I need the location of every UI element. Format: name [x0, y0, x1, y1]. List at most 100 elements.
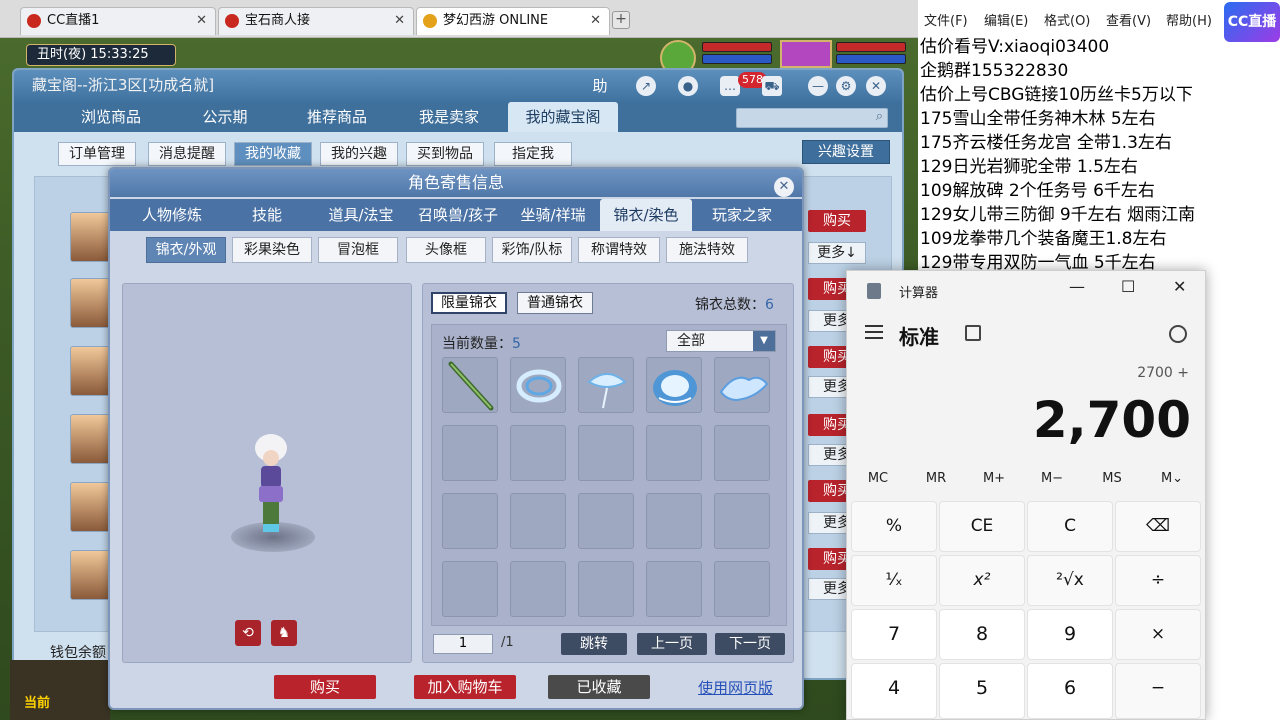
m-plus-button[interactable]: M+ [965, 471, 1023, 486]
add-cart-button[interactable]: 加入购物车 [414, 675, 516, 699]
outfit-slot[interactable] [442, 425, 498, 481]
subtab-cast-effect[interactable]: 施法特效 [666, 237, 748, 263]
share-icon[interactable]: ↗ [636, 76, 656, 96]
square-key[interactable]: x² [939, 555, 1025, 606]
browser-tab-game[interactable]: 梦幻西游 ONLINE ✕ [416, 7, 610, 35]
subtab-title-effect[interactable]: 称谓特效 [578, 237, 660, 263]
buy-button[interactable]: 购买 [274, 675, 376, 699]
avatar[interactable] [70, 346, 110, 396]
outfit-slot[interactable] [646, 561, 702, 617]
tab-items[interactable]: 道具/法宝 [318, 199, 404, 231]
outfit-slot[interactable] [510, 493, 566, 549]
menu-edit[interactable]: 编辑(E) [984, 10, 1028, 29]
close-icon[interactable]: ✕ [394, 8, 405, 34]
digit-6-key[interactable]: 6 [1027, 663, 1113, 719]
interest-settings-button[interactable]: 兴趣设置 [802, 140, 890, 164]
tab-mounts[interactable]: 坐骑/祥瑞 [510, 199, 596, 231]
tab-home[interactable]: 玩家之家 [700, 199, 784, 231]
outfit-slot[interactable] [714, 357, 770, 413]
m-minus-button[interactable]: M− [1023, 471, 1081, 486]
cart-icon[interactable]: ⛟ [762, 76, 782, 96]
minimize-icon[interactable]: — [1069, 277, 1085, 296]
digit-7-key[interactable]: 7 [851, 609, 937, 660]
digit-4-key[interactable]: 4 [851, 663, 937, 719]
order-manage-button[interactable]: 订单管理 [58, 142, 136, 166]
favorited-button[interactable]: 已收藏 [548, 675, 650, 699]
tab-cultivation[interactable]: 人物修炼 [124, 199, 220, 231]
next-page-button[interactable]: 下一页 [715, 633, 785, 655]
pose-icon[interactable]: ♞ [271, 620, 297, 646]
outfit-slot[interactable] [510, 561, 566, 617]
multiply-key[interactable]: × [1115, 609, 1201, 660]
reciprocal-key[interactable]: ¹⁄ₓ [851, 555, 937, 606]
minus-key[interactable]: − [1115, 663, 1201, 719]
outfit-slot[interactable] [714, 425, 770, 481]
avatar[interactable] [70, 482, 110, 532]
subtab-bubble[interactable]: 冒泡框 [318, 237, 398, 263]
current-channel-label[interactable]: 当前 [24, 692, 50, 711]
mr-button[interactable]: MR [907, 471, 965, 486]
prev-page-button[interactable]: 上一页 [637, 633, 707, 655]
backspace-key[interactable]: ⌫ [1115, 501, 1201, 552]
outfit-slot[interactable] [442, 561, 498, 617]
player-portrait[interactable] [780, 40, 832, 68]
my-favorites-button[interactable]: 我的收藏 [234, 142, 312, 166]
outfit-slot[interactable] [646, 357, 702, 413]
subtab-dye[interactable]: 彩果染色 [232, 237, 312, 263]
nav-recommend[interactable]: 推荐商品 [282, 102, 392, 132]
designated-me-button[interactable]: 指定我 [494, 142, 572, 166]
avatar[interactable] [70, 278, 110, 328]
outfit-slot[interactable] [578, 493, 634, 549]
close-icon[interactable]: ✕ [196, 8, 207, 34]
new-tab-button[interactable]: + [612, 11, 630, 29]
tab-summons[interactable]: 召唤兽/孩子 [410, 199, 506, 231]
close-icon[interactable]: ✕ [866, 76, 886, 96]
search-icon[interactable]: ⌕ [876, 109, 883, 124]
digit-8-key[interactable]: 8 [939, 609, 1025, 660]
outfit-slot[interactable] [510, 357, 566, 413]
tab-skills[interactable]: 技能 [226, 199, 308, 231]
help-button[interactable]: 助 [590, 76, 610, 96]
maximize-icon[interactable]: ☐ [1121, 277, 1135, 296]
close-icon[interactable]: ✕ [1173, 277, 1186, 296]
rotate-icon[interactable]: ⟲ [235, 620, 261, 646]
percent-key[interactable]: % [851, 501, 937, 552]
c-key[interactable]: C [1027, 501, 1113, 552]
record-icon[interactable]: ● [678, 76, 698, 96]
tab-normal-outfit[interactable]: 普通锦衣 [517, 292, 593, 314]
close-icon[interactable]: ✕ [590, 8, 601, 34]
bought-items-button[interactable]: 买到物品 [406, 142, 484, 166]
ms-button[interactable]: MS [1083, 471, 1141, 486]
ce-key[interactable]: CE [939, 501, 1025, 552]
my-interest-button[interactable]: 我的兴趣 [320, 142, 398, 166]
close-icon[interactable]: ✕ [774, 177, 794, 197]
jump-button[interactable]: 跳转 [561, 633, 627, 655]
tab-outfits[interactable]: 锦衣/染色 [600, 199, 692, 231]
subtab-appearance[interactable]: 锦衣/外观 [146, 237, 226, 263]
outfit-slot[interactable] [578, 425, 634, 481]
page-number-input[interactable]: 1 [433, 634, 493, 654]
browser-tab-cc[interactable]: CC直播1 ✕ [20, 7, 216, 35]
menu-icon[interactable] [865, 325, 883, 339]
outfit-slot[interactable] [578, 561, 634, 617]
outfit-slot[interactable] [510, 425, 566, 481]
divide-key[interactable]: ÷ [1115, 555, 1201, 606]
mc-button[interactable]: MC [849, 471, 907, 486]
menu-help[interactable]: 帮助(H) [1166, 10, 1212, 29]
row-buy-button[interactable]: 购买 [808, 210, 866, 232]
sqrt-key[interactable]: ²√x [1027, 555, 1113, 606]
avatar[interactable] [70, 550, 110, 600]
outfit-slot[interactable] [714, 561, 770, 617]
digit-9-key[interactable]: 9 [1027, 609, 1113, 660]
menu-view[interactable]: 查看(V) [1106, 10, 1151, 29]
search-input[interactable]: ⌕ [736, 108, 888, 128]
message-remind-button[interactable]: 消息提醒 [148, 142, 226, 166]
outfit-slot[interactable] [646, 425, 702, 481]
row-more-button[interactable]: 更多↓ [808, 242, 866, 264]
web-version-link[interactable]: 使用网页版 [698, 677, 773, 698]
message-icon[interactable]: … [720, 76, 740, 96]
avatar[interactable] [70, 414, 110, 464]
gear-icon[interactable]: ⚙ [836, 76, 856, 96]
minimize-icon[interactable]: — [808, 76, 828, 96]
nav-public[interactable]: 公示期 [170, 102, 280, 132]
